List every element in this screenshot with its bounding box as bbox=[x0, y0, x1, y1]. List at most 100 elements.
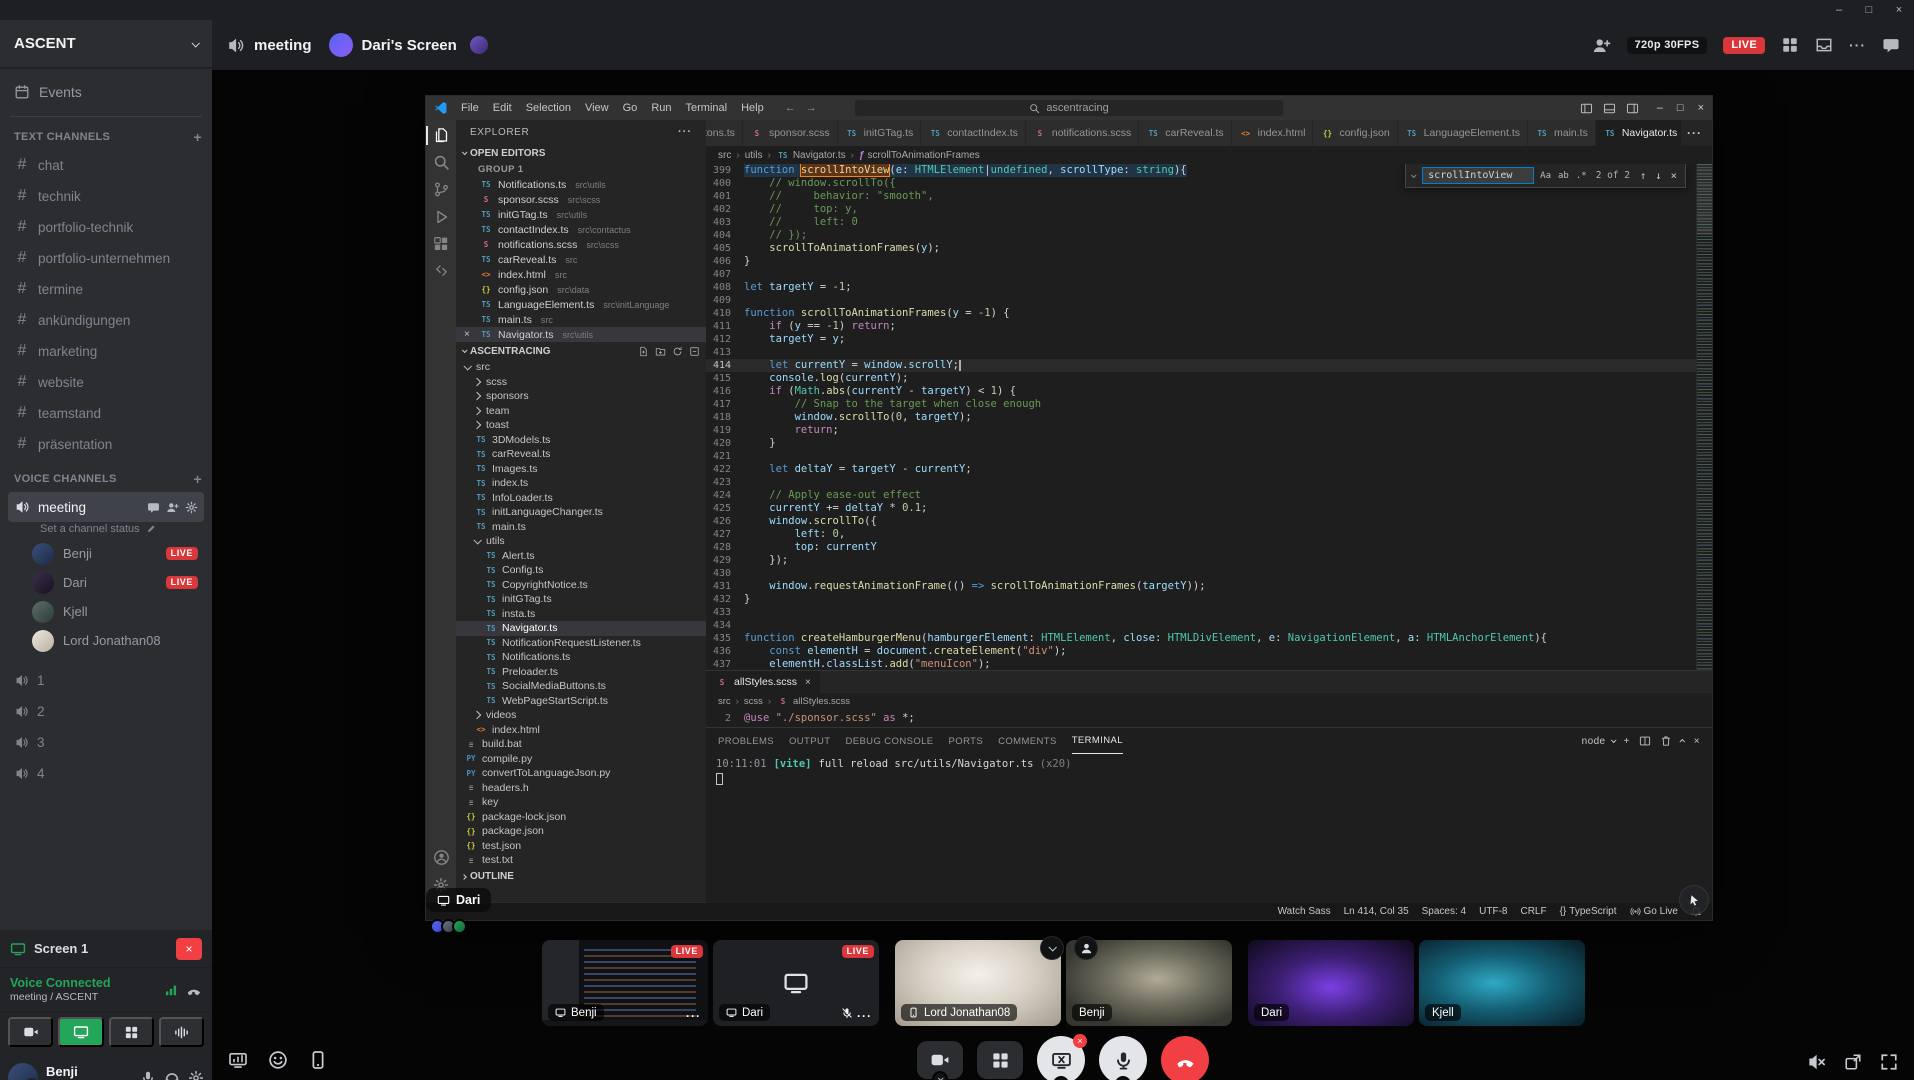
text-channel-website[interactable]: #website bbox=[8, 367, 204, 397]
stream-viewers bbox=[430, 919, 463, 934]
deafen-button[interactable] bbox=[164, 1070, 180, 1080]
participant-tile[interactable]: LIVEBenji··· bbox=[542, 940, 708, 1026]
text-channel-chat[interactable]: #chat bbox=[8, 150, 204, 180]
find-match-count: 2 of 2 bbox=[1596, 170, 1630, 181]
open-chat-icon[interactable] bbox=[147, 501, 160, 514]
camera-options-chevron[interactable] bbox=[932, 1071, 948, 1080]
participant-tile[interactable]: Dari bbox=[1248, 940, 1414, 1026]
live-badge: LIVE bbox=[671, 945, 703, 958]
activities-button[interactable] bbox=[109, 1017, 154, 1047]
person-icon bbox=[1080, 942, 1093, 955]
file-icon: <> bbox=[474, 725, 488, 734]
show-members-button[interactable] bbox=[1074, 936, 1098, 960]
invite-icon[interactable] bbox=[166, 501, 179, 514]
code-line-420: 420 } bbox=[706, 437, 1696, 450]
activity-bar bbox=[426, 120, 456, 902]
file-icon: TS bbox=[484, 551, 498, 560]
text-channel-ankündigungen[interactable]: #ankündigungen bbox=[8, 305, 204, 335]
collapse-tiles-button[interactable] bbox=[1040, 936, 1064, 960]
channel-settings-icon[interactable] bbox=[185, 501, 198, 514]
add-people-icon[interactable] bbox=[1592, 36, 1611, 55]
text-channels-header[interactable]: TEXT CHANNELS + bbox=[0, 125, 212, 149]
file-icon: S bbox=[1033, 129, 1047, 138]
camera-button[interactable] bbox=[8, 1017, 53, 1047]
disconnect-icon[interactable] bbox=[186, 982, 202, 998]
camera-button[interactable] bbox=[917, 1041, 963, 1079]
stop-streaming-button[interactable]: × bbox=[1037, 1036, 1085, 1080]
editor-group-label: GROUP 1 bbox=[456, 162, 706, 177]
screen-share-icon bbox=[73, 1024, 89, 1040]
stream-options-chevron[interactable] bbox=[1053, 1076, 1069, 1080]
more-options-icon[interactable]: ··· bbox=[1849, 37, 1866, 53]
code-line-406: 406} bbox=[706, 255, 1696, 268]
chevron-down-icon bbox=[473, 536, 481, 544]
user-panel[interactable]: Benji Online bbox=[0, 1052, 212, 1080]
text-channel-marketing[interactable]: #marketing bbox=[8, 336, 204, 366]
grid-icon[interactable] bbox=[1781, 36, 1799, 54]
inbox-icon[interactable] bbox=[1815, 36, 1833, 54]
mute-button[interactable] bbox=[140, 1070, 156, 1080]
server-header[interactable]: ASCENT bbox=[0, 20, 212, 68]
participant-tile[interactable]: Lord Jonathan08 bbox=[895, 940, 1061, 1026]
popout-button[interactable] bbox=[1844, 1052, 1862, 1072]
code-line-426: 426 window.scrollTo({ bbox=[706, 515, 1696, 528]
stream-video[interactable]: FileEditSelectionViewGoRunTerminalHelp ←… bbox=[212, 70, 1914, 1080]
share-screen-button[interactable] bbox=[58, 1017, 103, 1047]
speaker-icon bbox=[226, 36, 245, 55]
channel-list: Events TEXT CHANNELS + #chat#technik#por… bbox=[0, 68, 212, 788]
voice-member[interactable]: DariLIVE bbox=[26, 568, 204, 597]
disconnect-button[interactable] bbox=[1161, 1036, 1209, 1080]
window-close-button[interactable]: × bbox=[1884, 0, 1914, 20]
create-channel-icon[interactable]: + bbox=[194, 129, 202, 145]
voice-channel-meeting[interactable]: meeting bbox=[8, 492, 204, 522]
code-line-412: 412 targetY = y; bbox=[706, 333, 1696, 346]
mute-stream-button[interactable] bbox=[1806, 1052, 1826, 1072]
status-crlf: CRLF bbox=[1520, 906, 1546, 917]
stream-title[interactable]: Dari's Screen bbox=[362, 37, 457, 54]
participant-tile[interactable]: LIVEDari··· bbox=[713, 940, 879, 1026]
voice-channels-header[interactable]: VOICE CHANNELS + bbox=[0, 467, 212, 491]
voice-member[interactable]: Kjell bbox=[26, 597, 204, 626]
muted-mic-icon bbox=[841, 1007, 853, 1019]
soundboard-button[interactable] bbox=[159, 1017, 204, 1047]
text-channel-termine[interactable]: #termine bbox=[8, 274, 204, 304]
settings-button[interactable] bbox=[188, 1070, 204, 1080]
voice-channel-1[interactable]: 1 bbox=[8, 665, 204, 695]
window-titlebar: – □ × bbox=[0, 0, 1914, 20]
text-channel-präsentation[interactable]: #präsentation bbox=[8, 429, 204, 459]
events-item[interactable]: Events bbox=[8, 76, 204, 108]
text-channel-teamstand[interactable]: #teamstand bbox=[8, 398, 204, 428]
window-minimize-button[interactable]: – bbox=[1824, 0, 1854, 20]
channel-status[interactable]: Set a channel status bbox=[40, 523, 204, 535]
tile-more-button[interactable]: ··· bbox=[857, 1009, 872, 1023]
remote-icon bbox=[426, 257, 456, 284]
voice-member[interactable]: BenjiLIVE bbox=[26, 539, 204, 568]
tile-more-button[interactable]: ··· bbox=[686, 1009, 701, 1023]
voice-channel-4[interactable]: 4 bbox=[8, 758, 204, 788]
voice-channel-path: meeting / ASCENT bbox=[10, 991, 156, 1003]
tree-item-index.ts: TSindex.ts bbox=[456, 476, 706, 491]
activities-button[interactable] bbox=[977, 1041, 1023, 1079]
voice-channel-3[interactable]: 3 bbox=[8, 727, 204, 757]
tree-item-3DModels.ts: TS3DModels.ts bbox=[456, 433, 706, 448]
avatar bbox=[8, 1063, 38, 1080]
create-channel-icon[interactable]: + bbox=[194, 471, 202, 487]
text-channel-portfolio-technik[interactable]: #portfolio-technik bbox=[8, 212, 204, 242]
participant-tile[interactable]: Kjell bbox=[1419, 940, 1585, 1026]
fullscreen-button[interactable] bbox=[1880, 1052, 1898, 1072]
chat-toggle-icon[interactable] bbox=[1882, 36, 1900, 54]
file-icon: TS bbox=[484, 566, 498, 575]
voice-member[interactable]: Lord Jonathan08 bbox=[26, 626, 204, 655]
toggle-sidebar-icon bbox=[1580, 102, 1593, 115]
voice-channel-2[interactable]: 2 bbox=[8, 696, 204, 726]
stop-sharing-button[interactable]: × bbox=[176, 938, 202, 960]
window-maximize-button[interactable]: □ bbox=[1854, 0, 1884, 20]
mic-options-chevron[interactable] bbox=[1115, 1076, 1131, 1080]
text-channel-portfolio-unternehmen[interactable]: #portfolio-unternehmen bbox=[8, 243, 204, 273]
pencil-icon bbox=[146, 524, 156, 534]
code-line-437: 437 elementH.classList.add("menuIcon"); bbox=[706, 658, 1696, 670]
monitor-icon bbox=[726, 1007, 737, 1018]
microphone-button[interactable] bbox=[1099, 1036, 1147, 1080]
text-channel-technik[interactable]: #technik bbox=[8, 181, 204, 211]
terminal-timestamp: 10:11:01 bbox=[716, 758, 767, 770]
